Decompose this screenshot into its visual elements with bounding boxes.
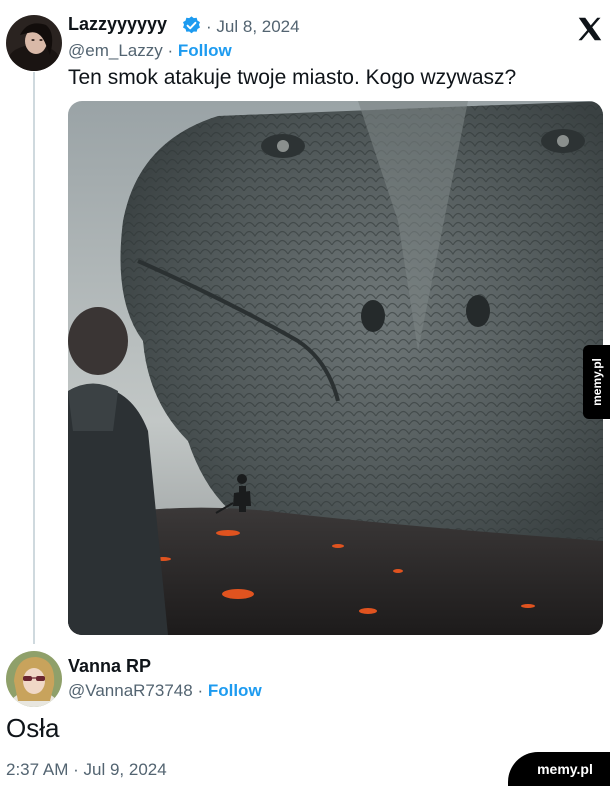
- watermark-bottom-text: memy.pl: [537, 761, 593, 777]
- reply-author-handle[interactable]: @VannaR73748: [68, 681, 193, 700]
- separator: ·: [206, 17, 212, 36]
- separator: ·: [197, 681, 204, 700]
- reply-author-name[interactable]: Vanna RP: [68, 656, 151, 677]
- author-name-text[interactable]: Lazzyyyyyy: [68, 14, 167, 34]
- separator: ·: [73, 760, 79, 779]
- x-logo-icon[interactable]: [575, 14, 605, 44]
- watermark-side-text: memy.pl: [589, 358, 604, 406]
- author-avatar[interactable]: [6, 15, 62, 71]
- reply-follow-button[interactable]: Follow: [208, 681, 262, 700]
- tweet-date[interactable]: Jul 8, 2024: [216, 17, 299, 36]
- thread-line: [33, 72, 35, 644]
- verified-badge-icon: [181, 15, 202, 41]
- watermark-bottom: memy.pl: [508, 752, 610, 786]
- author-name[interactable]: Lazzyyyyyy: [68, 14, 167, 35]
- reply-text: Osła: [6, 713, 60, 743]
- tweet-date-line: · Jul 8, 2024: [206, 17, 300, 37]
- tweet-text: Ten smok atakuje twoje miasto. Kogo wzyw…: [68, 66, 517, 89]
- reply-timestamp[interactable]: 2:37 AM · Jul 9, 2024: [6, 760, 167, 780]
- tweet-image[interactable]: [68, 101, 603, 635]
- author-handle[interactable]: @em_Lazzy: [68, 41, 163, 60]
- reply-avatar[interactable]: [6, 651, 62, 707]
- reply-date[interactable]: Jul 9, 2024: [84, 760, 167, 779]
- reply-handle-line: @VannaR73748 · Follow: [68, 681, 262, 701]
- watermark-side: memy.pl: [583, 345, 610, 419]
- author-handle-line: @em_Lazzy · Follow: [68, 41, 232, 61]
- follow-button[interactable]: Follow: [178, 41, 232, 60]
- reply-time[interactable]: 2:37 AM: [6, 760, 68, 779]
- separator: ·: [167, 41, 174, 60]
